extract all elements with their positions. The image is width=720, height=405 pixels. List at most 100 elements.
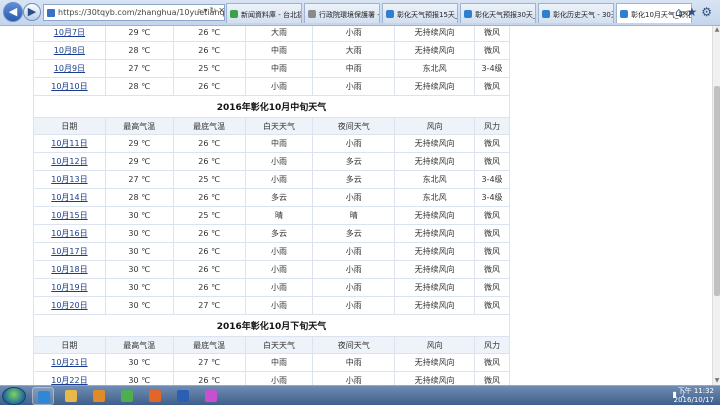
wind-force-cell: 3-4级 bbox=[474, 59, 510, 78]
low-temp-cell: 26 ℃ bbox=[172, 278, 246, 297]
browser-tab[interactable]: 彰化天气预报15天_彰... bbox=[382, 3, 458, 23]
date-cell: 10月8日 bbox=[33, 41, 106, 60]
high-temp-cell: 27 ℃ bbox=[104, 170, 174, 189]
wind-direction-cell: 无持续风向 bbox=[394, 242, 476, 261]
date-link[interactable]: 10月12日 bbox=[51, 157, 87, 166]
wind-direction-cell: 无持续风向 bbox=[394, 134, 476, 153]
date-link[interactable]: 10月16日 bbox=[51, 229, 87, 238]
chrome-icon bbox=[121, 390, 133, 402]
night-weather-cell: 小雨 bbox=[312, 134, 396, 153]
date-cell: 10月20日 bbox=[33, 296, 106, 315]
date-link[interactable]: 10月22日 bbox=[51, 376, 87, 385]
vertical-scrollbar[interactable]: ▲ ▼ bbox=[712, 26, 720, 385]
browser-tab[interactable]: 行政院環境保護署 - 空... bbox=[304, 3, 380, 23]
browser-toolbar: ◀ ▶ https://30tqyb.com/zhanghua/10yuetia… bbox=[0, 0, 720, 26]
refresh-icon[interactable]: ↻ bbox=[210, 6, 219, 15]
forward-button[interactable]: ▶ bbox=[23, 3, 41, 21]
night-weather-cell: 多云 bbox=[312, 152, 396, 171]
scroll-thumb[interactable] bbox=[714, 86, 720, 296]
wind-direction-cell: 无持续风向 bbox=[394, 260, 476, 279]
browser-tab[interactable]: 彰化历史天气 - 30天... bbox=[538, 3, 614, 23]
night-weather-cell: 中雨 bbox=[312, 353, 396, 372]
date-cell: 10月19日 bbox=[33, 278, 106, 297]
taskbar-app-button[interactable] bbox=[144, 387, 166, 405]
scroll-up-icon[interactable]: ▲ bbox=[713, 26, 720, 34]
date-link[interactable]: 10月14日 bbox=[51, 193, 87, 202]
table-row: 10月7日 29 ℃ 26 ℃ 大雨 小雨 无持续风向 微风 bbox=[33, 26, 510, 42]
wind-force-cell: 3-4级 bbox=[474, 170, 510, 189]
table-row: 10月9日 27 ℃ 25 ℃ 中雨 中雨 东北风 3-4级 bbox=[33, 59, 510, 78]
date-link[interactable]: 10月9日 bbox=[54, 64, 85, 73]
date-link[interactable]: 10月19日 bbox=[51, 283, 87, 292]
wind-direction-cell: 无持续风向 bbox=[394, 206, 476, 225]
tab-favicon-icon bbox=[620, 10, 628, 18]
date-link[interactable]: 10月8日 bbox=[54, 46, 85, 55]
date-link[interactable]: 10月17日 bbox=[51, 247, 87, 256]
wind-force-cell: 微风 bbox=[474, 26, 510, 42]
taskbar-app-button[interactable] bbox=[116, 387, 138, 405]
browser-tab[interactable]: 新闻資料庫 - 台北捷工... bbox=[226, 3, 302, 23]
date-cell: 10月13日 bbox=[33, 170, 106, 189]
wind-direction-cell: 无持续风向 bbox=[394, 41, 476, 60]
date-link[interactable]: 10月15日 bbox=[51, 211, 87, 220]
ie-icon bbox=[38, 391, 50, 403]
table-row: 10月20日 30 ℃ 27 ℃ 小雨 小雨 无持续风向 微风 bbox=[33, 296, 510, 315]
clock[interactable]: 下午 11:32 2016/10/17 bbox=[674, 387, 714, 405]
column-header-wind: 风力 bbox=[474, 117, 510, 135]
address-tools[interactable]: ⌕▾↻✕ bbox=[197, 6, 227, 16]
wind-direction-cell: 无持续风向 bbox=[394, 371, 476, 385]
date-cell: 10月12日 bbox=[33, 152, 106, 171]
column-header-wind: 风力 bbox=[474, 336, 510, 354]
date-link[interactable]: 10月10日 bbox=[51, 82, 87, 91]
high-temp-cell: 28 ℃ bbox=[104, 188, 174, 207]
night-weather-cell: 大雨 bbox=[312, 41, 396, 60]
home-icon[interactable]: ⌂ bbox=[675, 5, 687, 19]
night-weather-cell: 多云 bbox=[312, 170, 396, 189]
word-icon bbox=[177, 390, 189, 402]
tab-label: 新闻資料庫 - 台北捷工... bbox=[241, 11, 302, 19]
column-header-date: 日期 bbox=[33, 117, 106, 135]
night-weather-cell: 小雨 bbox=[312, 26, 396, 42]
date-link[interactable]: 10月7日 bbox=[54, 28, 85, 37]
start-button[interactable] bbox=[2, 387, 26, 405]
date-link[interactable]: 10月13日 bbox=[51, 175, 87, 184]
column-header-low: 最底气温 bbox=[172, 336, 246, 354]
date-link[interactable]: 10月11日 bbox=[51, 139, 87, 148]
taskbar-app-button[interactable] bbox=[200, 387, 222, 405]
wind-direction-cell: 东北风 bbox=[394, 188, 476, 207]
table-row: 10月19日 30 ℃ 26 ℃ 小雨 小雨 无持续风向 微风 bbox=[33, 278, 510, 297]
wind-force-cell: 微风 bbox=[474, 41, 510, 60]
date-link[interactable]: 10月20日 bbox=[51, 301, 87, 310]
section-title: 2016年彰化10月中旬天气 bbox=[33, 95, 510, 118]
wind-direction-cell: 东北风 bbox=[394, 170, 476, 189]
tab-label: 彰化历史天气 - 30天... bbox=[553, 11, 613, 19]
tab-favicon-icon bbox=[230, 10, 238, 18]
column-header-wind-dir: 风向 bbox=[394, 117, 476, 135]
day-weather-cell: 中雨 bbox=[244, 41, 314, 60]
high-temp-cell: 30 ℃ bbox=[104, 206, 174, 225]
settings-gear-icon[interactable]: ⚙ bbox=[701, 5, 716, 19]
date-cell: 10月15日 bbox=[33, 206, 106, 225]
high-temp-cell: 30 ℃ bbox=[104, 224, 174, 243]
wind-force-cell: 微风 bbox=[474, 152, 510, 171]
column-header-low: 最底气温 bbox=[172, 117, 246, 135]
wind-direction-cell: 无持续风向 bbox=[394, 278, 476, 297]
date-cell: 10月10日 bbox=[33, 77, 106, 96]
wind-direction-cell: 无持续风向 bbox=[394, 296, 476, 315]
date-cell: 10月18日 bbox=[33, 260, 106, 279]
back-button[interactable]: ◀ bbox=[3, 2, 23, 22]
scroll-down-icon[interactable]: ▼ bbox=[713, 377, 720, 385]
favorites-icon[interactable]: ★ bbox=[686, 5, 701, 19]
tab-label: 行政院環境保護署 - 空... bbox=[319, 11, 380, 19]
day-weather-cell: 中雨 bbox=[244, 59, 314, 78]
taskbar-app-button[interactable] bbox=[88, 387, 110, 405]
taskbar-app-button[interactable] bbox=[60, 387, 82, 405]
weather-table: 10月7日 29 ℃ 26 ℃ 大雨 小雨 无持续风向 微风 10月8日 28 ℃ 26 ℃ 中雨大… bbox=[33, 26, 510, 385]
date-link[interactable]: 10月18日 bbox=[51, 265, 87, 274]
taskbar-app-button[interactable] bbox=[32, 387, 54, 405]
taskbar-app-button[interactable] bbox=[172, 387, 194, 405]
column-header-day: 白天天气 bbox=[244, 117, 314, 135]
browser-tab[interactable]: 彰化天气预报30天_彰... bbox=[460, 3, 536, 23]
wind-force-cell: 微风 bbox=[474, 134, 510, 153]
date-link[interactable]: 10月21日 bbox=[51, 358, 87, 367]
